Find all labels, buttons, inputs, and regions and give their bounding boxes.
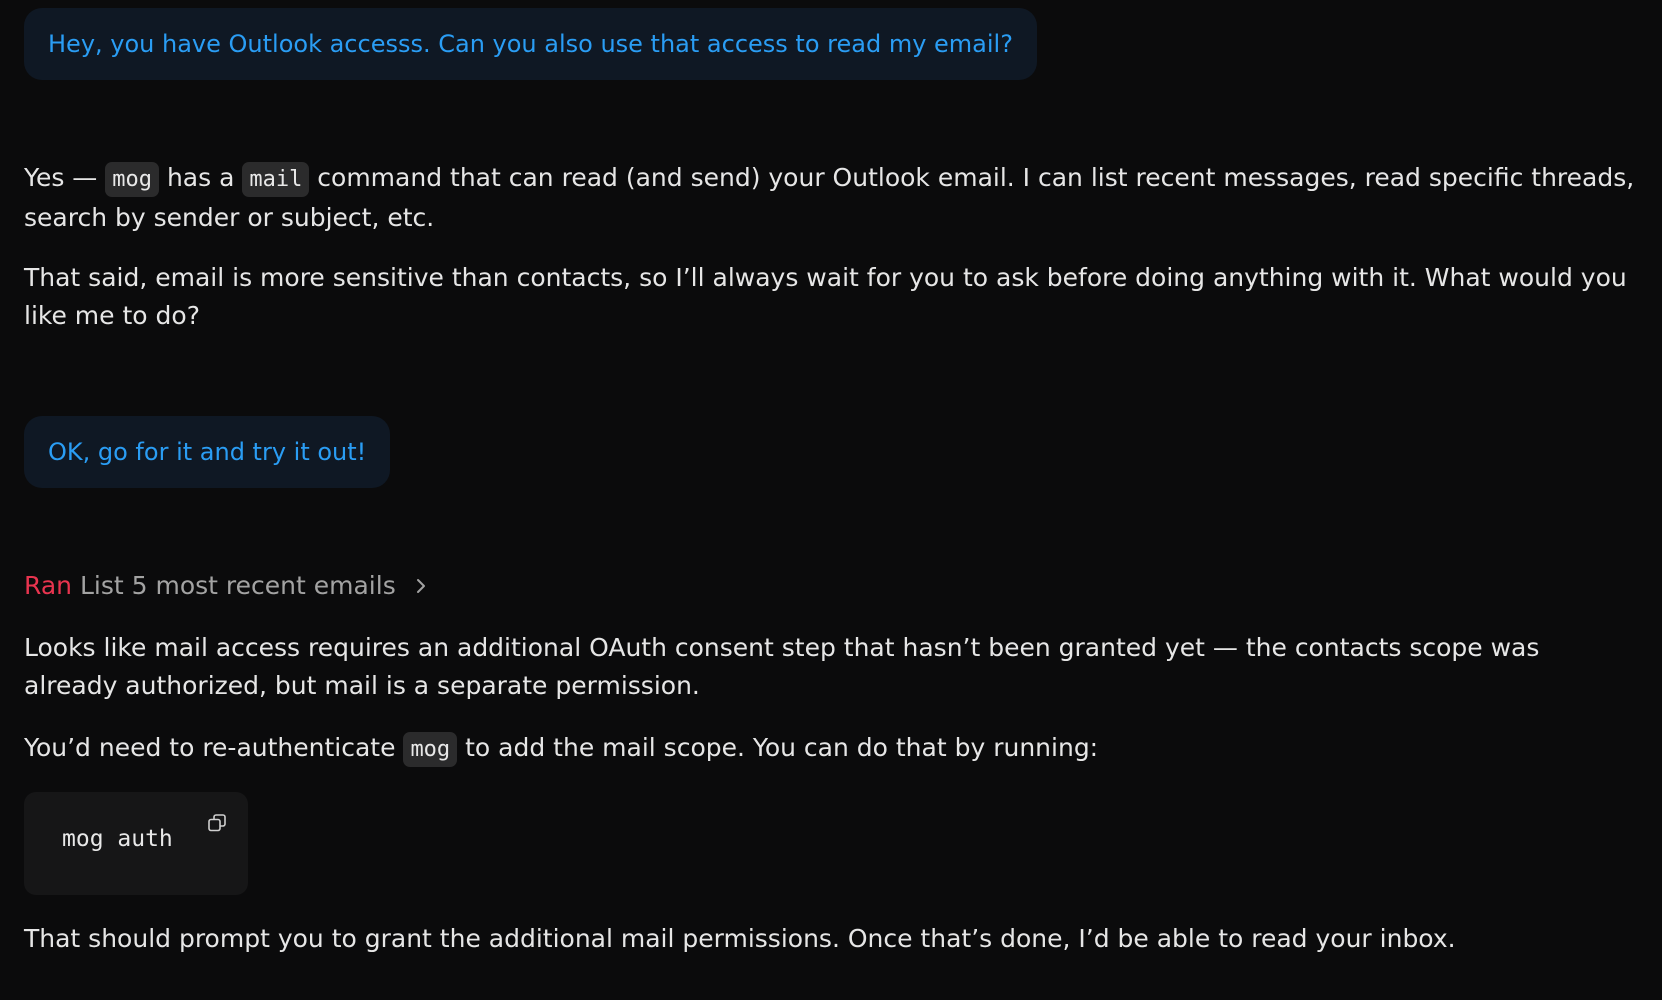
- tool-run-label: Ran: [24, 571, 72, 600]
- user-message-text: Hey, you have Outlook accesss. Can you a…: [48, 30, 1013, 58]
- chevron-right-icon: [416, 579, 425, 593]
- inline-code: mog: [403, 732, 458, 767]
- assistant-text: to add the mail scope. You can do that b…: [457, 733, 1099, 762]
- user-message-text: OK, go for it and try it out!: [48, 438, 367, 466]
- inline-code: mog: [105, 162, 159, 197]
- assistant-paragraph: Yes — mog has a mail command that can re…: [24, 159, 1638, 237]
- assistant-text: Yes —: [24, 163, 106, 192]
- code-block-content: mog auth: [62, 826, 173, 852]
- inline-code: mail: [242, 162, 310, 197]
- code-block: mog auth: [24, 792, 248, 895]
- assistant-text: You’d need to re-authenticate: [24, 733, 404, 762]
- assistant-paragraph: That should prompt you to grant the addi…: [24, 924, 1456, 953]
- tool-run-description: List 5 most recent emails: [80, 571, 396, 600]
- assistant-text: has a: [159, 163, 243, 192]
- copy-icon[interactable]: [206, 812, 230, 836]
- assistant-paragraph: That said, email is more sensitive than …: [24, 263, 1627, 330]
- assistant-paragraph: Looks like mail access requires an addit…: [24, 633, 1540, 700]
- assistant-paragraph: You’d need to re-authenticate mog to add…: [24, 729, 1638, 769]
- user-message-bubble: OK, go for it and try it out!: [24, 416, 391, 488]
- tool-run-disclosure[interactable]: Ran List 5 most recent emails: [24, 568, 432, 604]
- user-message-bubble: Hey, you have Outlook accesss. Can you a…: [24, 8, 1037, 80]
